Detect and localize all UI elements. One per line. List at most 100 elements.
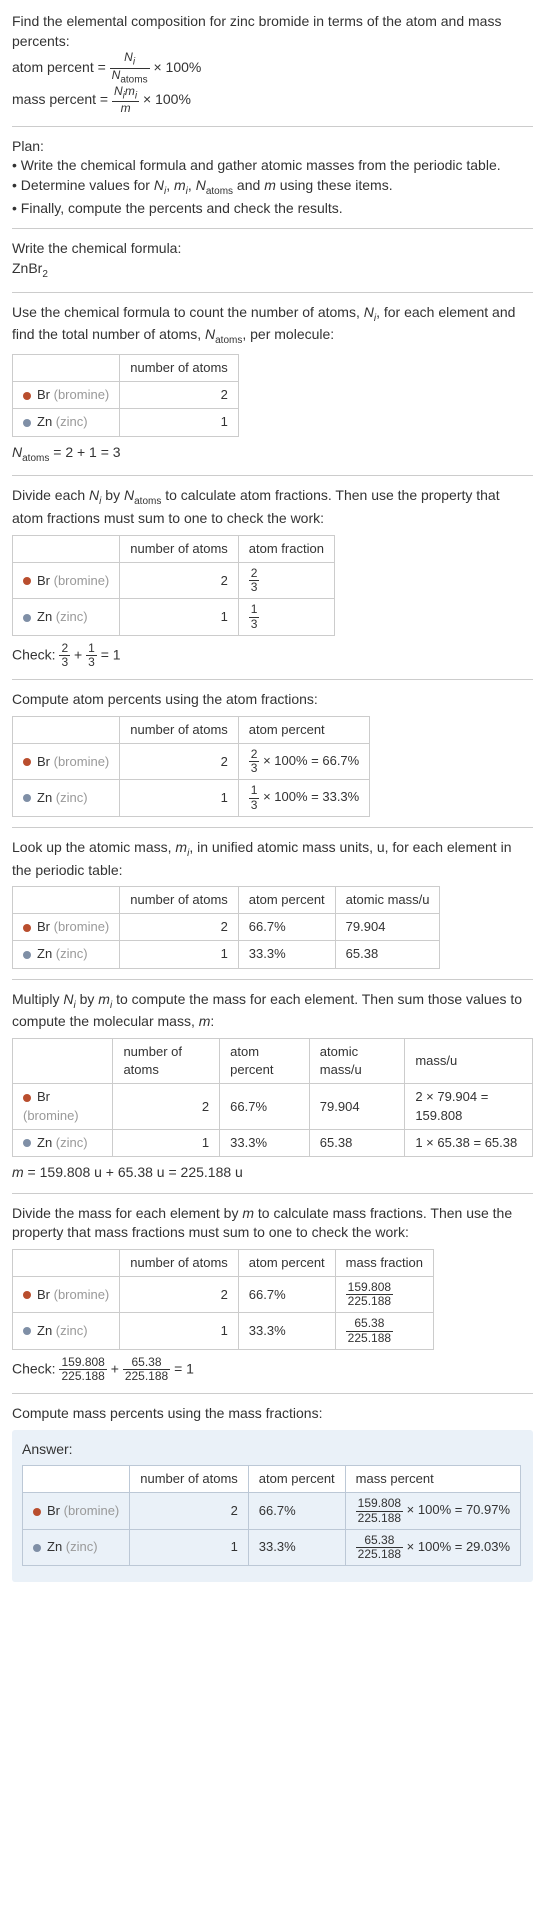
atom-percent-label: atom percent = (12, 59, 110, 75)
mc-intro: Multiply Ni by mi to compute the mass fo… (12, 991, 522, 1030)
fs-znl: Zn (47, 1539, 62, 1554)
fs-brc: 2 (130, 1493, 249, 1529)
fs-zns: × 100% = 29.03% (403, 1539, 510, 1554)
fs-znmp: 65.38225.188 × 100% = 29.03% (345, 1529, 520, 1565)
mass-lookup-table: number of atomsatom percentatomic mass/u… (12, 886, 440, 969)
zn-cell: Zn (zinc) (13, 1129, 113, 1156)
Ni-n: N (124, 50, 133, 64)
bromine-dot-icon (23, 924, 31, 932)
mp-n1: N (114, 84, 123, 98)
br-paren: (bromine) (54, 387, 110, 402)
fs-znfd: 225.188 (356, 1548, 403, 1561)
ap-znl: Zn (37, 790, 52, 805)
ml-mi: m (175, 839, 187, 855)
af-h1: number of atoms (120, 535, 239, 562)
mf-brpct: 66.7% (238, 1276, 335, 1312)
ap-brl: Br (37, 754, 50, 769)
m-sum: m = 159.808 u + 65.38 u = 225.188 u (12, 1163, 533, 1183)
af-chkl: Check: (12, 646, 59, 662)
mass-calc-section: Multiply Ni by mi to compute the mass fo… (12, 990, 533, 1183)
answer-table: number of atomsatom percentmass percent … (22, 1465, 521, 1566)
mass-percent-formula: mass percent = Nimi m × 100% (12, 91, 191, 107)
af-ckres: = 1 (101, 646, 121, 662)
mf-i1: Divide the mass for each element by (12, 1205, 242, 1221)
chemical-formula: ZnBr2 (12, 260, 48, 276)
ml-brc: 2 (120, 914, 239, 941)
bromine-dot-icon (23, 758, 31, 766)
ci-c: , per molecule: (242, 326, 334, 342)
ml-znl: Zn (37, 946, 52, 961)
af-brp: (bromine) (54, 573, 110, 588)
mf-h2: atom percent (238, 1249, 335, 1276)
mf-brc: 2 (120, 1276, 239, 1312)
mf-znp: (zinc) (56, 1323, 88, 1338)
mc-h4: mass/u (405, 1039, 533, 1084)
plan-b1: • Write the chemical formula and gather … (12, 157, 501, 173)
ap-znp: (zinc) (56, 790, 88, 805)
mp-s2: i (135, 90, 137, 101)
mf-intro: Divide the mass for each element by m to… (12, 1205, 512, 1241)
af-brfn: 2 (249, 567, 260, 581)
times100-1: × 100% (153, 59, 201, 75)
ml-znm: 65.38 (335, 941, 440, 968)
mf-h1: number of atoms (120, 1249, 239, 1276)
atomfrac-table: number of atomsatom fraction Br (bromine… (12, 535, 335, 636)
ml-h3: atomic mass/u (335, 887, 440, 914)
ap-br2: 3 (249, 762, 260, 775)
zn-cell: Zn (zinc) (23, 1529, 130, 1565)
mc-znmu: 1 × 65.38 = 65.38 (405, 1129, 533, 1156)
plan-section: Plan: • Write the chemical formula and g… (12, 137, 533, 219)
header-num-atoms: number of atoms (120, 355, 239, 382)
af-intro: Divide each Ni by Natoms to calculate at… (12, 487, 500, 526)
mf-m: m (242, 1205, 254, 1221)
divider (12, 292, 533, 293)
ml-brpct: 66.7% (238, 914, 335, 941)
af-ck1d: 3 (59, 656, 70, 669)
ml-znpct: 33.3% (238, 941, 335, 968)
fs-znp: (zinc) (66, 1539, 98, 1554)
br-cell: Br (bromine) (13, 914, 120, 941)
zinc-dot-icon (23, 1139, 31, 1147)
ml-brm: 79.904 (335, 914, 440, 941)
mf-brl: Br (37, 1287, 50, 1302)
ci-ni: N (364, 304, 374, 320)
ap-zns: × 100% = 33.3% (259, 789, 359, 804)
mf-brf: 159.808225.188 (335, 1276, 433, 1312)
pb2-mis: i (186, 186, 188, 197)
divider (12, 228, 533, 229)
zn-cell: Zn (zinc) (13, 780, 120, 816)
pb2-m: m (264, 177, 276, 193)
mc-brm: 79.904 (309, 1084, 405, 1129)
plan-b2a: • Determine values for (12, 177, 154, 193)
ml-brp: (bromine) (54, 919, 110, 934)
mc-brp: (bromine) (23, 1108, 79, 1123)
ap-h2: atom percent (238, 716, 369, 743)
af-ck1n: 2 (59, 642, 70, 656)
af-znfd: 3 (249, 618, 260, 631)
divider (12, 1393, 533, 1394)
ml-intro: Look up the atomic mass, mi, in unified … (12, 839, 512, 878)
ci-na: N (205, 326, 215, 342)
ap-brpct: 23 × 100% = 66.7% (238, 743, 369, 779)
fs-brfn: 159.808 (356, 1497, 403, 1511)
mf-chkl: Check: (12, 1360, 59, 1376)
zinc-dot-icon (23, 951, 31, 959)
pb2-mi: m (174, 177, 186, 193)
mf-brp: (bromine) (54, 1287, 110, 1302)
mf-znl: Zn (37, 1323, 52, 1338)
divider (12, 126, 533, 127)
af-brc: 2 (120, 563, 239, 599)
fs-znfn: 65.38 (356, 1534, 403, 1548)
empty-header (13, 1249, 120, 1276)
ml-brl: Br (37, 919, 50, 934)
bromine-dot-icon (33, 1508, 41, 1516)
intro-line1: Find the elemental composition for zinc … (12, 13, 501, 49)
mf-brfn: 159.808 (346, 1281, 393, 1295)
ml-znp: (zinc) (56, 946, 88, 961)
massfrac-section: Divide the mass for each element by m to… (12, 1204, 533, 1384)
atom-percent-formula: atom percent = Ni Natoms × 100% (12, 59, 201, 75)
bromine-dot-icon (23, 577, 31, 585)
mf-znfd: 225.188 (346, 1332, 393, 1345)
ap-brs: × 100% = 66.7% (259, 753, 359, 768)
br-cell: Br (bromine) (23, 1493, 130, 1529)
